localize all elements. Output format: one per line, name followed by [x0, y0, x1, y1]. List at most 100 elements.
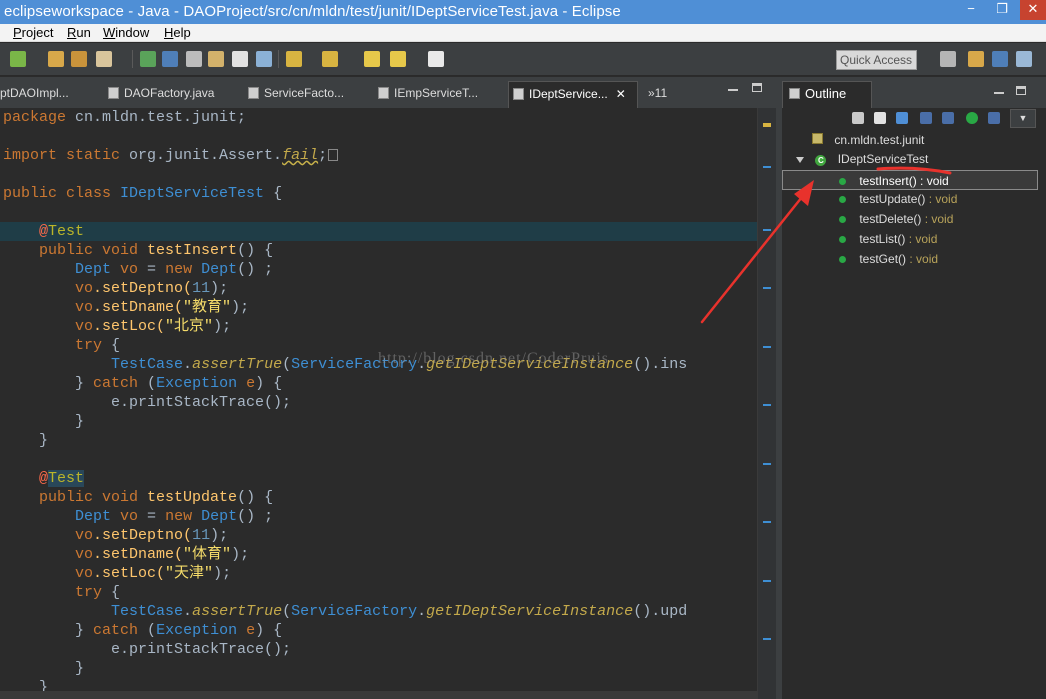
tab-servicefactory[interactable]: ServiceFacto... — [244, 81, 370, 108]
close-tab-icon[interactable]: ✕ — [616, 87, 626, 101]
class-icon: C — [815, 155, 827, 166]
code-line: TestCase.assertTrue(ServiceFactory.getID… — [111, 603, 688, 620]
tree-item-method[interactable]: testList() : void — [839, 229, 937, 249]
horizontal-scrollbar[interactable] — [0, 691, 757, 699]
link-editor-icon[interactable] — [988, 112, 1000, 124]
hide-local-types-icon[interactable] — [966, 112, 978, 124]
public-method-icon — [839, 178, 846, 185]
tab-daofactory[interactable]: DAOFactory.java — [104, 81, 254, 108]
hide-nonpublic-icon[interactable] — [942, 112, 954, 124]
code-line: vo.setLoc("天津"); — [75, 565, 232, 582]
editor-tab-bar: ptDAOImpl... DAOFactory.java ServiceFact… — [0, 77, 776, 108]
code-editor[interactable]: package cn.mldn.test.junit; import stati… — [0, 108, 776, 699]
public-method-icon — [839, 216, 846, 223]
tab-iempservicetest[interactable]: IEmpServiceT... — [374, 81, 502, 108]
close-window-button[interactable]: ✕ — [1020, 0, 1046, 20]
minimize-button[interactable]: − — [958, 0, 984, 20]
tab-outline[interactable]: Outline — [782, 81, 872, 108]
open-folder-icon[interactable] — [48, 51, 64, 67]
collapse-all-icon[interactable] — [852, 112, 864, 124]
document-icon[interactable] — [232, 51, 248, 67]
tab-deptdaoimpl[interactable]: ptDAOImpl... — [0, 81, 92, 108]
code-line: vo.setDeptno(11); — [75, 280, 229, 297]
warning-marker[interactable] — [763, 123, 771, 127]
code-line: try { — [75, 584, 121, 601]
previous-annotation-icon[interactable] — [322, 51, 338, 67]
title-bar: eclipseworkspace - Java - DAOProject/src… — [0, 0, 1046, 24]
refresh-icon[interactable] — [10, 51, 26, 67]
code-line: vo.setDname("教育"); — [75, 299, 250, 316]
code-line: @Test — [39, 470, 85, 487]
code-line: Dept vo = new Dept() ; — [75, 508, 274, 525]
menu-window[interactable]: Window — [103, 25, 149, 40]
expand-triangle-icon[interactable] — [796, 157, 804, 163]
outline-icon — [789, 88, 800, 99]
java-perspective-icon[interactable] — [992, 51, 1008, 67]
mark-occurrences-icon[interactable] — [162, 51, 178, 67]
watermark-text: http://blog.csdn.net/CoderPruis — [378, 350, 609, 367]
code-line: public void testInsert() { — [39, 242, 274, 259]
code-line: } — [75, 660, 85, 677]
hide-static-icon[interactable] — [920, 112, 932, 124]
menu-run[interactable]: Run — [67, 25, 91, 40]
tree-item-method[interactable]: testDelete() : void — [839, 209, 953, 229]
maximize-editor-icon[interactable] — [752, 83, 762, 92]
hide-fields-icon[interactable] — [896, 112, 908, 124]
brush-icon[interactable] — [96, 51, 112, 67]
next-annotation-icon[interactable] — [286, 51, 302, 67]
view-menu-chevron-down-icon[interactable]: ▼ — [1010, 109, 1036, 128]
red-underline-annotation — [876, 166, 952, 175]
toggle-icon[interactable] — [186, 51, 202, 67]
code-line: import static org.junit.Assert.fail; — [3, 146, 339, 165]
debug-perspective-icon[interactable] — [1016, 51, 1032, 67]
code-line: } catch (Exception e) { — [75, 375, 283, 392]
open-perspective-icon[interactable] — [940, 51, 956, 67]
public-method-icon — [839, 256, 846, 263]
code-line: Dept vo = new Dept() ; — [75, 261, 274, 278]
folder-icon[interactable] — [71, 51, 87, 67]
java-file-icon — [108, 87, 119, 99]
code-line: public void testUpdate() { — [39, 489, 274, 506]
maximize-button[interactable]: ❐ — [984, 0, 1020, 20]
java-file-icon — [513, 88, 524, 100]
outline-header: Outline — [782, 77, 1046, 108]
last-edit-icon[interactable] — [364, 51, 380, 67]
menu-project[interactable]: Project — [13, 25, 53, 40]
back-arrow-icon[interactable] — [390, 51, 406, 67]
minimize-editor-icon[interactable] — [728, 89, 738, 91]
code-line: e.printStackTrace(); — [111, 641, 292, 658]
tree-item-method[interactable]: testGet() : void — [839, 249, 938, 269]
show-whitespace-icon[interactable] — [256, 51, 272, 67]
forward-arrow-icon[interactable] — [428, 51, 444, 67]
window-title: eclipseworkspace - Java - DAOProject/src… — [4, 3, 621, 20]
code-line-highlighted: @Test — [0, 222, 757, 241]
sort-icon[interactable] — [874, 112, 886, 124]
java-ee-perspective-icon[interactable] — [968, 51, 984, 67]
tab-ideptservicetest[interactable]: IDeptService... ✕ — [508, 81, 638, 108]
tree-item-package[interactable]: cn.mldn.test.junit — [812, 130, 924, 150]
code-line: vo.setDeptno(11); — [75, 527, 229, 544]
code-line: } — [75, 413, 85, 430]
tree-item-method[interactable]: testUpdate() : void — [839, 189, 957, 209]
menu-help[interactable]: Help — [164, 25, 191, 40]
code-area[interactable]: package cn.mldn.test.junit; import stati… — [0, 108, 757, 699]
public-method-icon — [839, 196, 846, 203]
code-line: e.printStackTrace(); — [111, 394, 292, 411]
main-toolbar: Quick Access — [0, 43, 1046, 76]
java-file-icon — [248, 87, 259, 99]
code-line: package cn.mldn.test.junit; — [3, 109, 247, 126]
more-tabs-button[interactable]: »11 — [644, 81, 684, 108]
code-line: public class IDeptServiceTest { — [3, 185, 283, 202]
edit-icon[interactable] — [208, 51, 224, 67]
code-line: } — [39, 432, 49, 449]
red-arrow-annotation — [700, 180, 814, 324]
code-line: vo.setDname("体育"); — [75, 546, 250, 563]
code-line: vo.setLoc("北京"); — [75, 318, 232, 335]
package-icon — [812, 133, 823, 144]
maximize-view-icon[interactable] — [1016, 86, 1026, 95]
minimize-view-icon[interactable] — [994, 92, 1004, 94]
java-file-icon — [378, 87, 389, 99]
public-method-icon — [839, 236, 846, 243]
search-icon[interactable] — [140, 51, 156, 67]
quick-access-input[interactable]: Quick Access — [836, 50, 917, 70]
